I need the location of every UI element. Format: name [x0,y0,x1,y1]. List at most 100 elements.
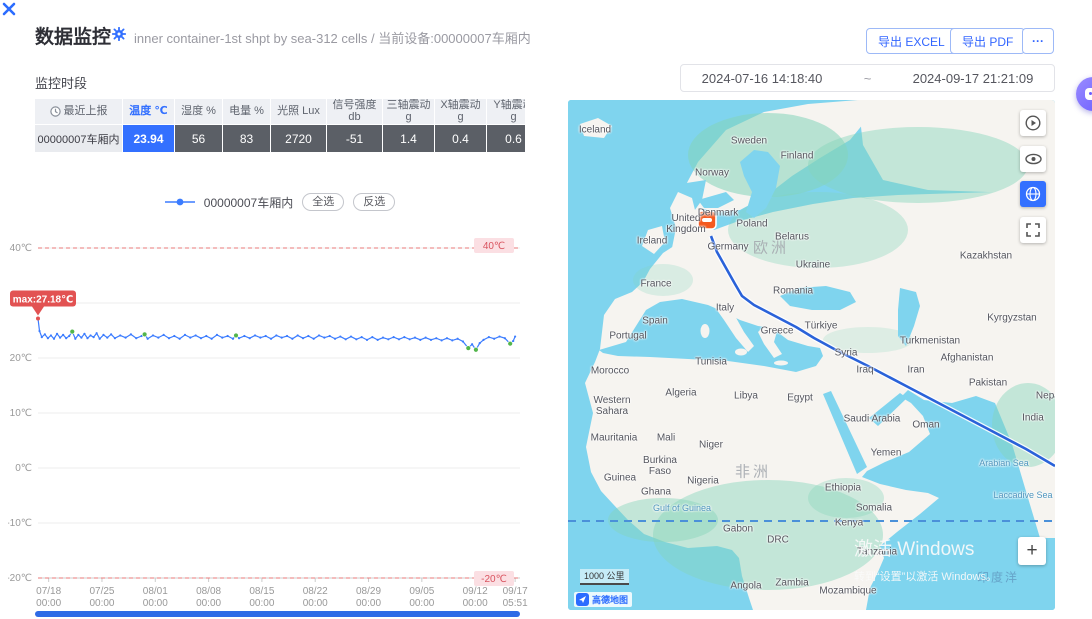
date-range-picker[interactable]: 2024-07-16 14:18:40 ~ 2024-09-17 21:21:0… [680,64,1055,92]
map-label: France [640,279,671,290]
map-label: Tunisia [695,357,727,368]
map-label: Kazakhstan [960,251,1012,262]
amap-plane-icon [576,593,589,606]
map-label: Niger [699,440,723,451]
svg-text:00:00: 00:00 [409,598,434,609]
svg-text:10℃: 10℃ [10,408,32,419]
map-label: Finland [781,151,814,162]
play-icon [1025,115,1041,131]
latest-report-table: 最近上报 温度 ℃ 湿度 % 电量 % 光照 Lux 信号强度 db 三轴震动 … [35,99,525,152]
svg-text:00:00: 00:00 [89,598,114,609]
vibration-3axis-cell: 1.4 [383,125,435,152]
vibration-y-cell: 0.6 [487,125,525,152]
export-excel-button[interactable]: 导出 EXCEL [866,28,957,54]
map-scale-bar: 1000 公里 [580,569,629,585]
map-label: Mauritania [591,433,638,444]
map-label: Burkina Faso [637,455,683,477]
header-light[interactable]: 光照 Lux [271,99,327,125]
humidity-cell: 56 [175,125,223,152]
series-marker-icon [165,197,195,207]
svg-text:00:00: 00:00 [356,598,381,609]
export-pdf-button[interactable]: 导出 PDF [950,28,1025,54]
svg-text:40℃: 40℃ [483,241,505,252]
map-label: Tanzania [857,547,897,558]
map-label: Gabon [723,524,753,535]
map-label: Morocco [591,366,629,377]
header-vibration-3axis[interactable]: 三轴震动 g [383,99,435,125]
period-label: 监控时段 [35,73,87,92]
map-label: Oman [912,420,939,431]
map-label: Kyrgyzstan [987,313,1036,324]
svg-text:08/01: 08/01 [143,586,168,597]
svg-text:0℃: 0℃ [15,463,32,474]
svg-text:20℃: 20℃ [10,353,32,364]
table-row: 00000007车厢内 23.94 56 83 2720 -51 1.4 0.4… [35,125,525,152]
svg-text:08/15: 08/15 [249,586,274,597]
map-label: DRC [767,535,789,546]
svg-text:05:51: 05:51 [503,598,528,609]
map-label: Western Sahara [586,395,638,417]
map-panel[interactable]: IcelandNorwaySwedenFinlandUnited Kingdom… [568,100,1055,610]
playback-button[interactable] [1020,110,1046,136]
zoom-in-button[interactable]: + [1018,537,1046,565]
svg-text:00:00: 00:00 [463,598,488,609]
svg-text:09/17: 09/17 [503,586,528,597]
map-label: Egypt [787,393,813,404]
header-battery[interactable]: 电量 % [223,99,271,125]
map-label: Gulf of Guinea [653,503,711,513]
assistant-fab-button[interactable] [1076,77,1092,111]
data-zoom-slider[interactable] [35,611,520,617]
chart-anomaly-points [70,329,513,352]
temperature-chart[interactable]: 40℃30℃20℃10℃0℃-10℃-20℃07/1800:0007/2500:… [8,236,538,616]
temperature-cell[interactable]: 23.94 [123,125,175,152]
settings-gear-icon[interactable] [112,27,126,46]
map-label: Iceland [579,125,611,136]
map-label: United Kingdom [657,213,715,235]
map-label: 印度洋 [977,569,1019,586]
map-label: Nigeria [687,476,719,487]
page-title: 数据监控 [35,22,111,49]
map-label: Laccadive Sea [993,490,1052,500]
map-label: Nepal [1036,391,1055,402]
svg-text:-20℃: -20℃ [8,573,32,584]
expand-icon [1026,223,1040,237]
fullscreen-button[interactable] [1020,217,1046,243]
visibility-button[interactable] [1020,146,1046,172]
device-name-cell[interactable]: 00000007车厢内 [35,125,123,152]
map-layer-button[interactable] [1020,181,1046,207]
map-label: Denmark [698,208,739,219]
map-label: Sweden [731,136,767,147]
header-vibration-x[interactable]: X轴震动 g [435,99,487,125]
app-corner-icon [2,2,17,22]
map-label: Zambia [775,578,808,589]
svg-text:09/12: 09/12 [463,586,488,597]
header-temperature[interactable]: 温度 ℃ [123,99,175,125]
legend-series-name[interactable]: 00000007车厢内 [204,194,293,211]
date-range-separator: ~ [864,71,872,86]
invert-selection-button[interactable]: 反选 [353,193,395,211]
select-all-button[interactable]: 全选 [302,193,344,211]
map-label: 欧洲 [753,237,789,258]
header-humidity[interactable]: 湿度 % [175,99,223,125]
date-range-end[interactable]: 2024-09-17 21:21:09 [913,71,1034,86]
map-label: Germany [707,242,748,253]
chart-series-line [37,317,516,350]
header-signal[interactable]: 信号强度 db [327,99,383,125]
map-label: Romania [773,286,813,297]
battery-cell: 83 [223,125,271,152]
eye-icon [1025,153,1042,165]
svg-text:08/08: 08/08 [196,586,221,597]
map-label: Guinea [604,473,636,484]
svg-text:08/22: 08/22 [303,586,328,597]
header-vibration-y[interactable]: Y轴震动 g [487,99,525,125]
chart-max-marker: max:27.18℃ [10,291,76,321]
map-label: Ireland [637,236,668,247]
map-label: Turkmenistan [900,336,960,347]
more-actions-button[interactable]: ··· [1022,28,1054,54]
signal-cell: -51 [327,125,383,152]
svg-text:max:27.18℃: max:27.18℃ [13,295,73,306]
map-label: Saudi Arabia [844,414,901,425]
map-label: Iran [907,365,924,376]
date-range-start[interactable]: 2024-07-16 14:18:40 [702,71,823,86]
map-label: Arabian Sea [979,458,1029,468]
